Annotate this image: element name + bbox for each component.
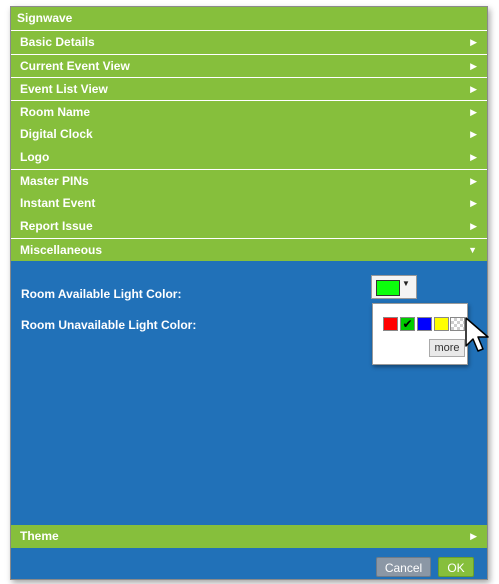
check-icon: ✔ (402, 317, 413, 331)
expand-arrow-icon: ▶ (470, 107, 477, 117)
cancel-button[interactable]: Cancel (376, 557, 431, 577)
expand-arrow-icon: ▶ (470, 61, 477, 71)
dialog-title: Signwave (11, 7, 487, 31)
section-current-event-view[interactable]: Current Event View ▶ (11, 54, 487, 77)
section-report-issue[interactable]: Report Issue ▶ (11, 215, 487, 238)
color-chip-blue[interactable] (417, 317, 432, 331)
section-label: Digital Clock (20, 127, 93, 141)
expand-arrow-icon: ▶ (470, 129, 477, 139)
section-label: Event List View (20, 82, 108, 96)
signwave-dialog: Signwave Basic Details ▶ Current Event V… (10, 6, 488, 580)
expand-arrow-icon: ▶ (470, 198, 477, 208)
expand-arrow-icon: ▶ (470, 152, 477, 162)
section-master-pins[interactable]: Master PINs ▶ (11, 169, 487, 192)
section-label: Basic Details (20, 35, 95, 49)
section-label: Instant Event (20, 196, 96, 210)
available-color-picker[interactable]: ▼ (371, 275, 417, 299)
section-label: Master PINs (20, 174, 89, 188)
section-label: Logo (20, 150, 50, 164)
section-basic-details[interactable]: Basic Details ▶ (11, 31, 487, 54)
expand-arrow-icon: ▶ (470, 221, 477, 231)
expand-arrow-icon: ▶ (470, 531, 477, 541)
section-label: Miscellaneous (20, 243, 103, 257)
section-instant-event[interactable]: Instant Event ▶ (11, 192, 487, 215)
section-label: Report Issue (20, 219, 93, 233)
color-palette-popup: ✔ more (372, 303, 468, 365)
dropdown-arrow-icon: ▼ (402, 279, 410, 288)
unavailable-light-label: Room Unavailable Light Color: (21, 318, 197, 332)
more-colors-button[interactable]: more (429, 339, 465, 357)
collapse-arrow-icon: ▼ (468, 245, 477, 255)
section-label: Current Event View (20, 59, 130, 73)
mouse-pointer-icon (465, 317, 489, 352)
section-digital-clock[interactable]: Digital Clock ▶ (11, 123, 487, 146)
section-logo[interactable]: Logo ▶ (11, 146, 487, 169)
section-label: Theme (20, 529, 59, 543)
expand-arrow-icon: ▶ (470, 84, 477, 94)
ok-button[interactable]: OK (438, 557, 474, 577)
section-theme[interactable]: Theme ▶ (11, 525, 487, 548)
expand-arrow-icon: ▶ (470, 37, 477, 47)
color-chip-yellow[interactable] (434, 317, 449, 331)
expand-arrow-icon: ▶ (470, 176, 477, 186)
section-miscellaneous[interactable]: Miscellaneous ▼ (11, 238, 487, 261)
color-chip-red[interactable] (383, 317, 398, 331)
section-event-list-view[interactable]: Event List View ▶ (11, 77, 487, 100)
section-room-name[interactable]: Room Name ▶ (11, 100, 487, 123)
color-chip-green[interactable]: ✔ (400, 317, 415, 331)
current-color-swatch (376, 280, 400, 296)
color-chip-transparent[interactable] (450, 317, 465, 331)
available-light-label: Room Available Light Color: (21, 287, 182, 301)
section-label: Room Name (20, 105, 91, 119)
